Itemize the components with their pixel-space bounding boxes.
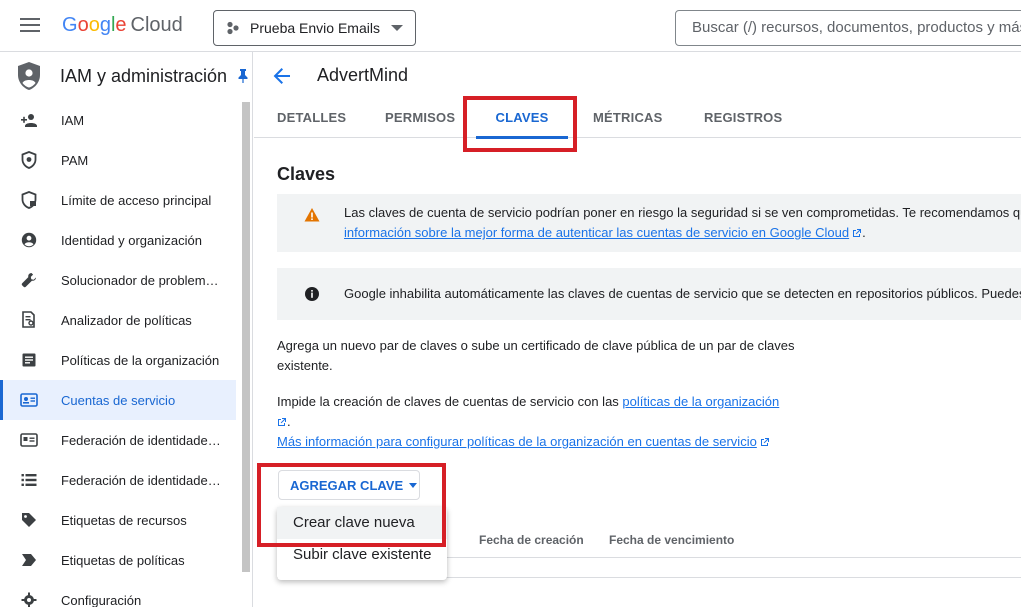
org-policies-link[interactable]: políticas de la organización bbox=[622, 394, 779, 409]
sidebar-item-organization-policies[interactable]: Políticas de la organización bbox=[0, 340, 236, 380]
list-icon bbox=[20, 471, 38, 489]
info-text: Google inhabilita automáticamente las cl… bbox=[344, 286, 1021, 301]
back-arrow-icon[interactable] bbox=[272, 66, 292, 86]
tab-permissions[interactable]: PERMISOS bbox=[385, 100, 455, 138]
id-card-icon bbox=[20, 431, 38, 449]
menu-icon[interactable] bbox=[20, 18, 40, 34]
description-line: existente. bbox=[277, 358, 333, 373]
sidebar-item-label: Etiquetas de políticas bbox=[61, 552, 185, 568]
org-policy-line: . bbox=[277, 412, 779, 432]
sidebar-item-label: Límite de acceso principal bbox=[61, 192, 212, 208]
sidebar: IAM y administración IAM PAM Límite de a… bbox=[0, 52, 253, 607]
info-icon bbox=[305, 287, 319, 301]
tab-metrics[interactable]: MÉTRICAS bbox=[593, 100, 662, 138]
shield-lock-icon bbox=[20, 191, 38, 209]
sidebar-item-label: Configuración bbox=[61, 592, 142, 607]
add-key-description: Agrega un nuevo par de claves o sube un … bbox=[277, 336, 794, 376]
tab-details[interactable]: DETALLES bbox=[277, 100, 346, 138]
warning-end: . bbox=[862, 225, 866, 240]
sidebar-item-label: Cuentas de servicio bbox=[61, 392, 176, 408]
sidebar-item-settings[interactable]: Configuración bbox=[0, 580, 236, 607]
tab-logs[interactable]: REGISTROS bbox=[704, 100, 782, 138]
main-content: AdvertMind DETALLES PERMISOS CLAVES MÉTR… bbox=[254, 52, 1021, 607]
sidebar-item-label: Identidad y organización bbox=[61, 232, 202, 248]
sidebar-item-policy-troubleshooter[interactable]: Solucionador de problemas de políticas bbox=[0, 260, 236, 300]
external-link-icon bbox=[278, 418, 286, 426]
highlight-box-add-key bbox=[257, 463, 446, 547]
sidebar-item-workload-identity-federation[interactable]: Federación de identidades para cargas de… bbox=[0, 420, 236, 460]
shield-check-icon bbox=[20, 151, 38, 169]
sidebar-title: IAM y administración bbox=[60, 65, 228, 86]
sidebar-item-pam[interactable]: PAM bbox=[0, 140, 236, 180]
sidebar-item-workforce-identity-federation[interactable]: Federación de identidades de personal bbox=[0, 460, 236, 500]
logo-letter: e bbox=[115, 14, 127, 36]
description-line: Agrega un nuevo par de claves o sube un … bbox=[277, 338, 795, 353]
sidebar-item-label: Federación de identidades de personal bbox=[61, 472, 221, 488]
info-banner: Google inhabilita automáticamente las cl… bbox=[277, 268, 1021, 320]
wrench-icon bbox=[20, 271, 38, 289]
sidebar-item-policy-tags[interactable]: Etiquetas de políticas bbox=[0, 540, 236, 580]
chevron-down-icon bbox=[391, 25, 403, 31]
configure-org-policies-link[interactable]: Más información para configurar política… bbox=[277, 434, 757, 449]
sidebar-item-identity-organization[interactable]: Identidad y organización bbox=[0, 220, 236, 260]
sidebar-item-label: Políticas de la organización bbox=[61, 352, 220, 368]
section-title: Claves bbox=[277, 164, 336, 184]
account-circle-icon bbox=[20, 231, 38, 249]
project-picker[interactable]: Prueba Envio Emails bbox=[213, 10, 416, 46]
org-policy-end: . bbox=[287, 414, 291, 429]
page-title: AdvertMind bbox=[317, 65, 409, 85]
column-header-created[interactable]: Fecha de creación bbox=[479, 522, 584, 558]
project-icon bbox=[227, 21, 239, 35]
org-policy-note: Impide la creación de claves de cuentas … bbox=[277, 392, 779, 452]
org-policy-line: Impide la creación de claves de cuentas … bbox=[277, 392, 779, 412]
warning-icon bbox=[304, 208, 320, 222]
sidebar-item-principal-access-boundary[interactable]: Límite de acceso principal bbox=[0, 180, 236, 220]
tag-icon bbox=[20, 511, 38, 529]
org-policy-line: Más información para configurar política… bbox=[277, 432, 779, 452]
settings-icon bbox=[20, 591, 38, 607]
sidebar-item-iam[interactable]: IAM bbox=[0, 100, 236, 140]
warning-banner: Las claves de cuenta de servicio podrían… bbox=[277, 194, 1021, 252]
search-input[interactable]: Buscar (/) recursos, documentos, product… bbox=[675, 10, 1021, 46]
sidebar-item-label: PAM bbox=[61, 152, 89, 168]
tab-bar: DETALLES PERMISOS CLAVES MÉTRICAS REGIST… bbox=[254, 100, 1021, 139]
sidebar-header: IAM y administración bbox=[0, 52, 252, 100]
pin-icon[interactable] bbox=[238, 69, 248, 83]
sidebar-item-label: Etiquetas de recursos bbox=[61, 512, 187, 528]
column-header-expiration[interactable]: Fecha de vencimiento bbox=[609, 522, 734, 558]
sidebar-item-label: Analizador de políticas bbox=[61, 312, 192, 328]
list-document-icon bbox=[20, 351, 38, 369]
org-policy-text: Impide la creación de claves de cuentas … bbox=[277, 394, 623, 409]
document-search-icon bbox=[20, 311, 38, 329]
sidebar-item-label: Solucionador de problemas de políticas bbox=[61, 272, 221, 288]
sidebar-item-resource-tags[interactable]: Etiquetas de recursos bbox=[0, 500, 236, 540]
warning-text: Las claves de cuenta de servicio podrían… bbox=[344, 205, 1021, 220]
logo-letter: o bbox=[88, 14, 100, 36]
sidebar-item-policy-analyzer[interactable]: Analizador de políticas bbox=[0, 300, 236, 340]
logo-product: Cloud bbox=[130, 14, 183, 36]
project-name: Prueba Envio Emails bbox=[250, 20, 380, 36]
top-bar: Google Cloud Prueba Envio Emails Buscar (… bbox=[0, 0, 1021, 52]
external-link-icon bbox=[760, 438, 769, 446]
service-account-icon bbox=[20, 391, 38, 409]
sidebar-item-label: IAM bbox=[61, 112, 85, 128]
logo-letter: o bbox=[77, 14, 89, 36]
highlight-box-keys-tab bbox=[463, 96, 577, 152]
external-link-icon bbox=[853, 229, 862, 237]
sidebar-item-service-accounts[interactable]: Cuentas de servicio bbox=[0, 380, 236, 420]
logo-letter: g bbox=[99, 14, 111, 36]
label-arrow-icon bbox=[20, 551, 38, 569]
sidebar-scrollbar[interactable] bbox=[242, 102, 250, 572]
auth-best-practices-link[interactable]: información sobre la mejor forma de aute… bbox=[344, 225, 849, 240]
person-add-icon bbox=[20, 111, 38, 129]
logo-letter: G bbox=[62, 14, 78, 36]
sidebar-item-label: Federación de identidades para cargas de… bbox=[61, 432, 221, 448]
iam-shield-icon bbox=[18, 62, 40, 90]
warning-link-line: información sobre la mejor forma de aute… bbox=[344, 223, 866, 243]
google-cloud-logo[interactable]: Google Cloud bbox=[62, 14, 183, 37]
